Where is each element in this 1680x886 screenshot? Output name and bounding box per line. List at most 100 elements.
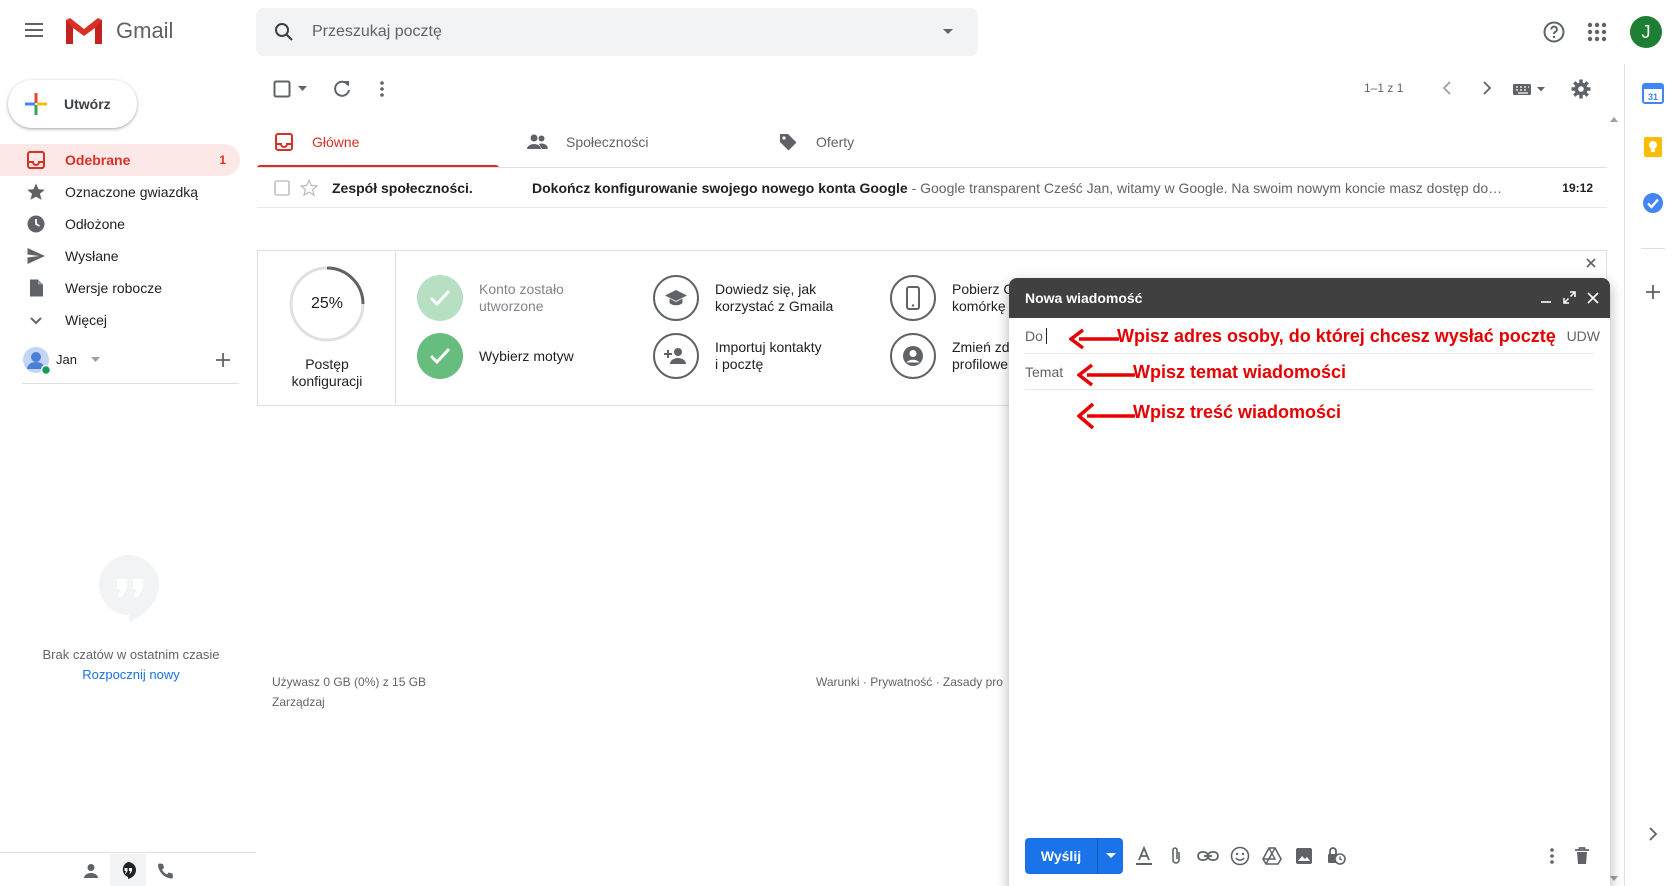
setup-item-import-contacts[interactable]: Importuj kontakty i pocztę (653, 333, 822, 379)
hangouts-chat-tab[interactable] (110, 854, 146, 886)
next-page-icon[interactable] (1480, 79, 1494, 97)
search-options-dropdown-icon[interactable] (942, 28, 954, 36)
tab-social[interactable]: Społeczności (509, 116, 751, 168)
select-dropdown-icon[interactable] (298, 86, 307, 92)
insert-emoji-icon[interactable] (1227, 843, 1253, 869)
minimize-icon[interactable] (1540, 292, 1552, 304)
google-drive-icon[interactable] (1259, 843, 1285, 869)
confidential-mode-icon[interactable] (1323, 843, 1349, 869)
hangouts-user-name[interactable]: Jan (56, 352, 77, 367)
star-outline-icon[interactable] (300, 179, 318, 197)
user-avatar[interactable] (22, 346, 50, 374)
tab-primary[interactable]: Główne (257, 116, 499, 168)
main-menu-icon[interactable] (22, 18, 46, 42)
mail-sender: Zespół społeczności. (332, 180, 473, 196)
dismiss-setup-close-icon[interactable] (1586, 258, 1596, 268)
calendar-icon[interactable]: 31 (1642, 82, 1664, 104)
expand-side-panel-chevron-icon[interactable] (1647, 826, 1659, 842)
send-options-dropdown[interactable] (1097, 838, 1123, 874)
fullscreen-icon[interactable] (1563, 291, 1576, 304)
refresh-icon[interactable] (331, 78, 353, 100)
footer-links[interactable]: Warunki · Prywatność · Zasady pro (816, 675, 1003, 689)
close-icon[interactable] (1587, 292, 1599, 304)
clock-icon (27, 215, 45, 233)
annotation-subject-hint: Wpisz temat wiadomości (1133, 362, 1347, 382)
bcc-link[interactable]: UDW (1567, 328, 1600, 344)
setup-item-change-photo[interactable]: Zmień zdj profilowe (890, 333, 1013, 379)
contacts-person-icon[interactable] (82, 862, 100, 880)
search-icon[interactable] (272, 20, 296, 44)
attach-file-icon[interactable] (1163, 843, 1189, 869)
progress-label-line-2: konfiguracji (291, 373, 363, 389)
mail-subject: Dokończ konfigurowanie swojego nowego ko… (532, 180, 908, 196)
tab-label: Oferty (816, 134, 855, 150)
get-addons-plus-icon[interactable] (1645, 284, 1661, 300)
graduation-cap-icon (653, 275, 699, 321)
account-avatar[interactable]: J (1630, 16, 1662, 48)
tab-promotions[interactable]: Oferty (761, 116, 1003, 168)
subject-label: Temat (1025, 364, 1064, 380)
select-all-checkbox[interactable] (273, 80, 291, 98)
avatar-letter: J (1641, 21, 1651, 42)
manage-storage-link[interactable]: Zarządzaj (272, 695, 325, 709)
compose-header[interactable]: Nowa wiadomość (1009, 278, 1610, 318)
check-icon (417, 333, 463, 379)
setup-item-line-2: utworzone (479, 298, 544, 314)
sidebar-item-drafts[interactable]: Wersje robocze (0, 272, 240, 304)
start-new-chat-link[interactable]: Rozpocznij nowy (0, 667, 262, 682)
gmail-logo-text: Gmail (116, 18, 174, 43)
storage-usage: Używasz 0 GB (0%) z 15 GB (272, 675, 427, 689)
inbox-unread-count: 1 (219, 153, 226, 167)
input-tools-keyboard-icon[interactable] (1512, 82, 1548, 96)
sidebar-item-more[interactable]: Więcej (0, 304, 240, 336)
compose-window: Nowa wiadomość Do UDW Temat Wpisz adres … (1009, 278, 1610, 886)
apps-grid-icon[interactable] (1587, 22, 1607, 42)
setup-item-line-1: Konto zostało (479, 281, 564, 297)
message-body[interactable] (1025, 390, 1594, 830)
side-panel: 31 (1624, 64, 1680, 886)
person-add-icon (653, 333, 699, 379)
send-button[interactable]: Wyślij (1025, 838, 1097, 874)
compose-button[interactable]: Utwórz (8, 80, 137, 128)
chevron-down-icon (1105, 853, 1116, 858)
text-cursor (1046, 328, 1047, 344)
sidebar-item-sent[interactable]: Wysłane (0, 240, 240, 272)
user-status-dropdown-icon[interactable] (91, 357, 100, 363)
sidebar-divider (22, 383, 239, 384)
previous-page-icon[interactable] (1440, 79, 1454, 97)
gmail-logo[interactable]: Gmail (64, 16, 173, 46)
formatting-options-icon[interactable] (1131, 843, 1157, 869)
tab-label: Społeczności (566, 134, 649, 150)
account-circle-icon (890, 333, 936, 379)
annotation-arrow-icon (1077, 402, 1135, 430)
row-checkbox[interactable] (274, 180, 290, 196)
more-vert-icon[interactable] (379, 80, 385, 98)
progress-label: Postęp konfiguracji (258, 356, 396, 390)
sidebar-item-starred[interactable]: Oznaczone gwiazdką (0, 176, 240, 208)
setup-item-get-mobile-app[interactable]: Pobierz Gkomórkę (890, 275, 1014, 321)
more-options-icon[interactable] (1539, 843, 1565, 869)
settings-gear-icon[interactable] (1570, 78, 1592, 100)
insert-link-icon[interactable] (1195, 843, 1221, 869)
sidebar-item-label: Wysłane (65, 248, 119, 264)
insert-photo-icon[interactable] (1291, 843, 1317, 869)
tasks-check-icon[interactable] (1642, 192, 1664, 214)
keep-bulb-icon[interactable] (1643, 136, 1663, 158)
setup-item-line-2: komórkę (952, 298, 1006, 314)
setup-item-learn-gmail[interactable]: Dowiedz się, jak korzystać z Gmaila (653, 275, 833, 321)
mail-subject-snippet: Dokończ konfigurowanie swojego nowego ko… (532, 180, 1542, 196)
setup-item-account-created[interactable]: Konto zostało utworzone (417, 275, 564, 321)
phone-icon[interactable] (156, 862, 174, 880)
new-chat-plus-icon[interactable] (215, 352, 231, 368)
discard-draft-trash-icon[interactable] (1569, 843, 1595, 869)
sidebar-item-inbox[interactable]: Odebrane 1 (0, 144, 240, 176)
sidebar-item-snoozed[interactable]: Odłożone (0, 208, 240, 240)
help-icon[interactable] (1542, 20, 1566, 44)
person-avatar-icon (23, 347, 50, 374)
setup-item-choose-theme[interactable]: Wybierz motyw (417, 333, 574, 379)
annotation-body-hint: Wpisz treść wiadomości (1133, 402, 1342, 422)
search-input[interactable] (312, 8, 912, 56)
tag-icon (780, 134, 797, 151)
table-row[interactable]: Zespół społeczności. Dokończ konfigurowa… (257, 168, 1607, 208)
annotation-arrow-icon (1069, 328, 1119, 350)
